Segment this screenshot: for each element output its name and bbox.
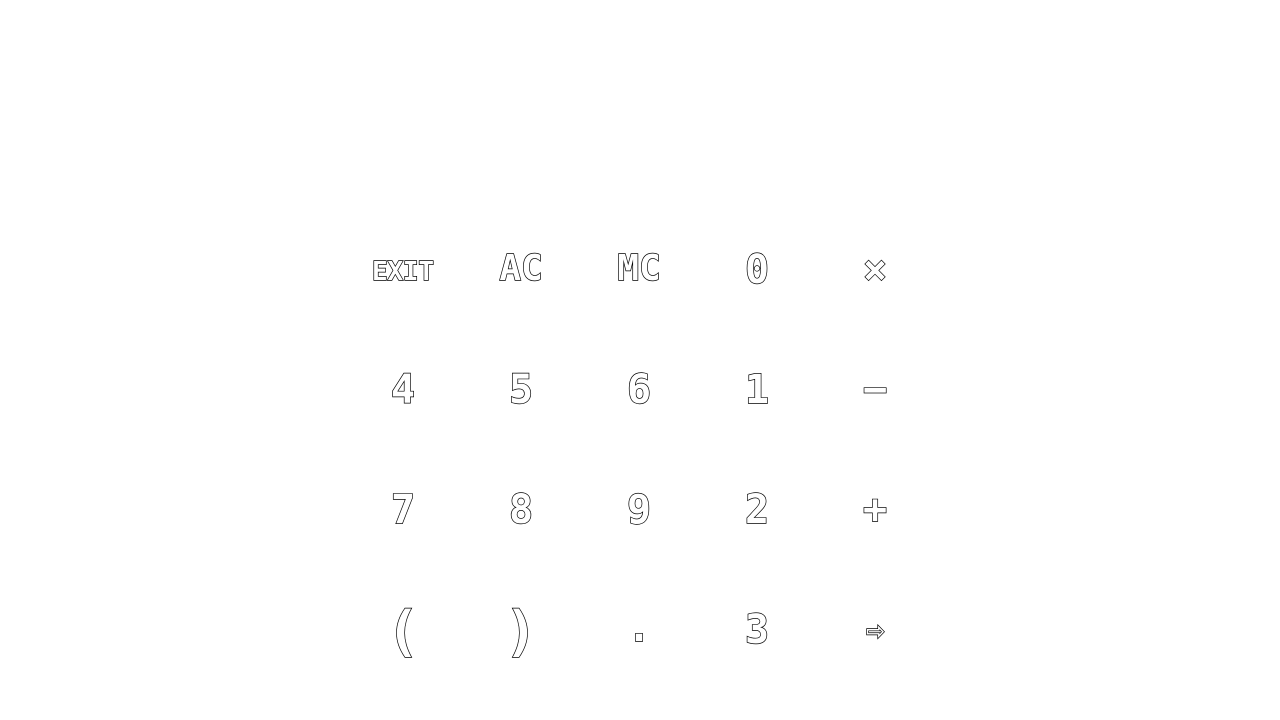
close-paren-glyph: ): [504, 599, 538, 663]
memory-clear-label: MC: [617, 248, 660, 289]
digit-0-button[interactable]: 0: [698, 208, 816, 328]
subtract-button[interactable]: −: [816, 328, 934, 448]
digit-2-glyph: 2: [744, 486, 769, 533]
calculator-keypad: EXIT AC MC 0 × 4 5 6 1 − 7 8 9 2 + (). 3 ⇨: [344, 208, 934, 688]
digit-5-label: 5: [509, 367, 533, 413]
multiply-button[interactable]: ×: [816, 208, 934, 328]
close-paren-label: ): [505, 600, 538, 663]
decimal-point-button[interactable]: .: [580, 568, 698, 688]
digit-0-label: 0: [745, 247, 769, 293]
add-button[interactable]: +: [816, 448, 934, 568]
digit-8-label: 8: [509, 487, 533, 533]
digit-5-button[interactable]: 5: [462, 328, 580, 448]
minus-icon: −: [862, 366, 887, 413]
enter-label: ⇨: [866, 613, 884, 648]
digit-4-glyph: 4: [390, 366, 415, 413]
multiply-label: ×: [863, 247, 887, 293]
exit-label: EXIT: [372, 257, 434, 287]
digit-9-button[interactable]: 9: [580, 448, 698, 568]
digit-0-glyph: 0: [744, 246, 769, 293]
open-paren-button[interactable]: (: [344, 568, 462, 688]
all-clear-button[interactable]: AC: [462, 208, 580, 328]
digit-7-button[interactable]: 7: [344, 448, 462, 568]
exit-button[interactable]: EXIT: [344, 208, 462, 328]
digit-8-button[interactable]: 8: [462, 448, 580, 568]
digit-5-glyph: 5: [508, 366, 533, 413]
decimal-point-label: .: [627, 605, 651, 651]
digit-3-glyph: 3: [744, 606, 769, 653]
enter-button[interactable]: ⇨: [816, 568, 934, 688]
open-paren-label: (: [387, 600, 420, 663]
multiply-icon: ×: [862, 246, 887, 293]
decimal-point-glyph: .: [626, 604, 651, 651]
digit-1-label: 1: [745, 367, 769, 413]
calculator-display: [0, 0, 1280, 200]
digit-9-label: 9: [627, 487, 651, 533]
add-label: +: [863, 487, 887, 533]
digit-8-glyph: 8: [508, 486, 533, 533]
digit-4-label: 4: [391, 367, 415, 413]
digit-3-label: 3: [745, 607, 769, 653]
digit-4-button[interactable]: 4: [344, 328, 462, 448]
digit-2-label: 2: [745, 487, 769, 533]
digit-7-glyph: 7: [390, 486, 415, 533]
digit-7-label: 7: [391, 487, 415, 533]
digit-9-glyph: 9: [626, 486, 651, 533]
close-paren-button[interactable]: ): [462, 568, 580, 688]
digit-3-button[interactable]: 3: [698, 568, 816, 688]
digit-6-label: 6: [627, 367, 651, 413]
open-paren-glyph: (: [386, 599, 420, 663]
all-clear-text-glyph: AC: [499, 247, 544, 289]
digit-1-glyph: 1: [744, 366, 769, 413]
subtract-label: −: [863, 367, 887, 413]
digit-6-glyph: 6: [626, 366, 651, 413]
plus-icon: +: [862, 486, 887, 533]
digit-1-button[interactable]: 1: [698, 328, 816, 448]
memory-clear-button[interactable]: MC: [580, 208, 698, 328]
memory-clear-text-glyph: MC: [617, 247, 662, 289]
digit-6-button[interactable]: 6: [580, 328, 698, 448]
enter-arrow-icon: ⇨: [865, 612, 884, 648]
all-clear-label: AC: [499, 248, 542, 289]
exit-text-glyph: EXIT: [371, 256, 434, 287]
digit-2-button[interactable]: 2: [698, 448, 816, 568]
